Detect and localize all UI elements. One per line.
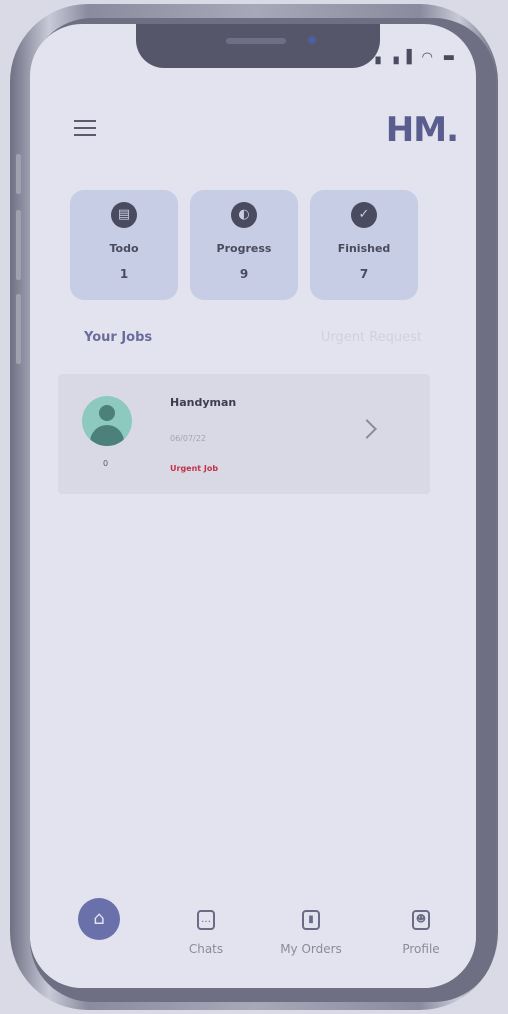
tab-urgent-request[interactable]: Urgent Request bbox=[321, 330, 422, 345]
status-bar-icons: ▖▗▐ ◠ ▬ bbox=[375, 50, 458, 65]
finished-card[interactable]: ✓ Finished 7 bbox=[310, 190, 418, 300]
clipboard-icon: ▤ bbox=[111, 202, 137, 228]
home-button[interactable]: ⌂ bbox=[78, 898, 120, 940]
urgent-job-badge: Urgent Job bbox=[170, 464, 219, 473]
finished-count: 7 bbox=[359, 267, 369, 281]
todo-card[interactable]: ▤ Todo 1 bbox=[70, 190, 178, 300]
orders-icon: ▮ bbox=[302, 910, 320, 930]
volume-down-button bbox=[16, 294, 21, 364]
progress-label: Progress bbox=[216, 242, 272, 255]
nav-item-profile[interactable]: ☻ Profile bbox=[388, 910, 454, 956]
job-date: 06/07/22 bbox=[170, 434, 206, 443]
check-icon: ✓ bbox=[351, 202, 377, 228]
app-logo: HM. bbox=[385, 110, 459, 150]
hamburger-menu-icon[interactable] bbox=[74, 120, 96, 136]
volume-up-button bbox=[16, 210, 21, 280]
nav-label-my-orders: My Orders bbox=[280, 942, 342, 956]
progress-card[interactable]: ◐ Progress 9 bbox=[190, 190, 298, 300]
chevron-right-icon[interactable] bbox=[357, 419, 377, 439]
nav-label-chats: Chats bbox=[188, 942, 224, 956]
job-title: Handyman bbox=[170, 396, 237, 409]
front-camera bbox=[308, 36, 316, 44]
mute-switch bbox=[16, 154, 21, 194]
avatar bbox=[82, 396, 132, 446]
job-card[interactable]: 0 Handyman 06/07/22 Urgent Job bbox=[58, 374, 430, 494]
todo-count: 1 bbox=[119, 267, 129, 281]
tab-your-jobs[interactable]: Your Jobs bbox=[84, 330, 152, 345]
phone-notch bbox=[136, 24, 380, 68]
profile-icon: ☻ bbox=[412, 910, 430, 930]
speaker-grille bbox=[226, 38, 286, 44]
progress-icon: ◐ bbox=[231, 202, 257, 228]
chat-icon: … bbox=[197, 910, 215, 930]
home-icon: ⌂ bbox=[93, 908, 105, 929]
app-screen: ▖▗▐ ◠ ▬ HM. ▤ Todo 1 ◐ Progress 9 ✓ Fini… bbox=[30, 24, 476, 988]
progress-count: 9 bbox=[239, 267, 249, 281]
todo-label: Todo bbox=[109, 242, 139, 255]
finished-label: Finished bbox=[337, 242, 391, 255]
nav-item-chats[interactable]: … Chats bbox=[176, 910, 236, 956]
avatar-badge-number: 0 bbox=[103, 459, 109, 468]
nav-label-profile: Profile bbox=[402, 942, 440, 956]
nav-item-my-orders[interactable]: ▮ My Orders bbox=[266, 910, 356, 956]
